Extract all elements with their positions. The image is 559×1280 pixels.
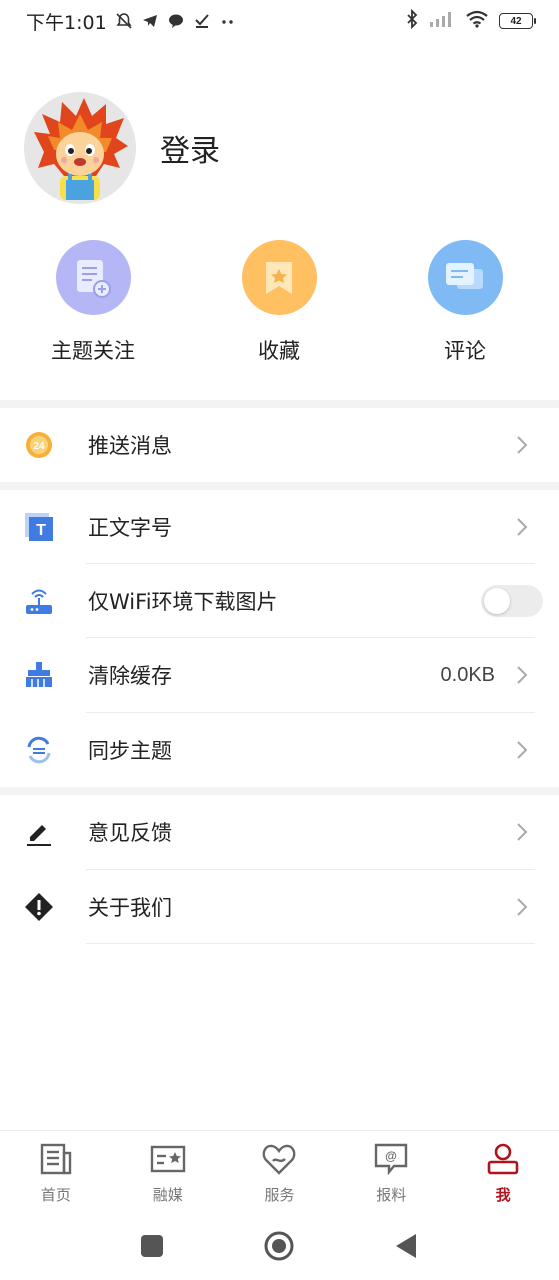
quick-action-label: 评论 [444, 339, 486, 363]
mute-bell-icon [115, 12, 133, 30]
wifi-images-toggle[interactable] [481, 585, 543, 617]
profile-header[interactable]: 登录 [24, 92, 220, 204]
clear-cache-label: 清除缓存 [88, 664, 172, 688]
nav-item-report[interactable]: @ 报料 [335, 1131, 447, 1212]
nav-label: 我 [495, 1186, 511, 1204]
telegram-icon [141, 12, 159, 30]
topic-follow-icon [55, 240, 131, 315]
avatar[interactable] [24, 92, 136, 204]
signal-icon [429, 10, 455, 32]
status-bar: 下午1:01 42 [0, 0, 559, 42]
sync-topics-label: 同步主题 [88, 739, 172, 763]
text-size-icon: T [24, 512, 54, 542]
quick-action-label: 主题关注 [51, 339, 135, 363]
media-card-icon [150, 1141, 186, 1177]
recents-square-icon[interactable] [136, 1230, 168, 1262]
status-time: 下午1:01 [26, 11, 107, 34]
bluetooth-icon [405, 8, 419, 33]
settings-row-font-size[interactable]: T 正文字号 [0, 490, 559, 564]
report-chat-icon: @ [373, 1141, 409, 1177]
person-icon [485, 1141, 521, 1177]
bookmark-icon [241, 240, 317, 315]
settings-row-wifi-images[interactable]: 仅WiFi环境下载图片 [0, 564, 559, 638]
settings-row-feedback[interactable]: 意见反馈 [0, 795, 559, 869]
chevron-right-icon [517, 518, 528, 536]
system-nav-bar [0, 1212, 559, 1280]
row-divider [86, 943, 535, 944]
nav-item-me[interactable]: 我 [447, 1131, 559, 1212]
nav-label: 首页 [40, 1186, 71, 1204]
lion-mascot-icon [24, 92, 136, 204]
nav-label: 报料 [376, 1186, 407, 1204]
font-size-label: 正文字号 [88, 516, 172, 540]
nav-label: 融媒 [152, 1186, 183, 1204]
newspaper-icon [38, 1141, 74, 1177]
section-divider [0, 787, 559, 795]
wifi-router-icon [24, 586, 54, 616]
svg-text:24: 24 [33, 441, 45, 452]
pencil-icon [24, 817, 54, 847]
wifi-images-label: 仅WiFi环境下载图片 [88, 590, 278, 614]
toggle-knob [484, 588, 510, 614]
back-triangle-icon[interactable] [390, 1230, 422, 1262]
svg-text:@: @ [385, 1149, 397, 1163]
svg-text:T: T [36, 522, 46, 539]
nav-item-service[interactable]: 服务 [224, 1131, 336, 1212]
push-badge-icon: 24 [24, 430, 54, 460]
chevron-right-icon [517, 823, 528, 841]
section-divider [0, 400, 559, 408]
sync-icon [24, 735, 54, 765]
quick-action-topic-follow[interactable]: 主题关注 [23, 240, 163, 365]
nav-item-media[interactable]: 融媒 [112, 1131, 224, 1212]
task-check-icon [193, 12, 211, 30]
push-label: 推送消息 [88, 434, 172, 458]
wifi-icon [465, 10, 489, 32]
nav-label: 服务 [264, 1186, 295, 1204]
quick-action-bookmark[interactable]: 收藏 [209, 240, 349, 365]
nav-item-home[interactable]: 首页 [0, 1131, 112, 1212]
battery-indicator: 42 [499, 13, 536, 29]
more-dots-icon [219, 12, 237, 30]
feedback-label: 意见反馈 [88, 821, 172, 845]
chevron-right-icon [517, 436, 528, 454]
quick-action-comment[interactable]: 评论 [395, 240, 535, 365]
chevron-right-icon [517, 741, 528, 759]
section-divider [0, 482, 559, 490]
status-left: 下午1:01 [26, 8, 237, 35]
chevron-right-icon [517, 898, 528, 916]
settings-row-about[interactable]: 关于我们 [0, 870, 559, 944]
info-diamond-icon [24, 892, 54, 922]
broom-icon [24, 660, 54, 690]
home-circle-icon[interactable] [263, 1230, 295, 1262]
settings-row-sync-topics[interactable]: 同步主题 [0, 713, 559, 787]
about-label: 关于我们 [88, 896, 172, 920]
bottom-nav: 首页 融媒 服务 @ 报料 我 [0, 1130, 559, 1212]
chevron-right-icon [517, 666, 528, 684]
settings-row-clear-cache[interactable]: 清除缓存 0.0KB [0, 638, 559, 712]
login-link[interactable]: 登录 [160, 126, 220, 170]
chat-bubble-icon [167, 12, 185, 30]
heart-service-icon [261, 1141, 297, 1177]
comment-icon [427, 240, 503, 315]
settings-row-push[interactable]: 24 推送消息 [0, 408, 559, 482]
cache-size-value: 0.0KB [440, 663, 495, 686]
status-right: 42 [405, 8, 536, 33]
quick-action-label: 收藏 [258, 339, 300, 363]
